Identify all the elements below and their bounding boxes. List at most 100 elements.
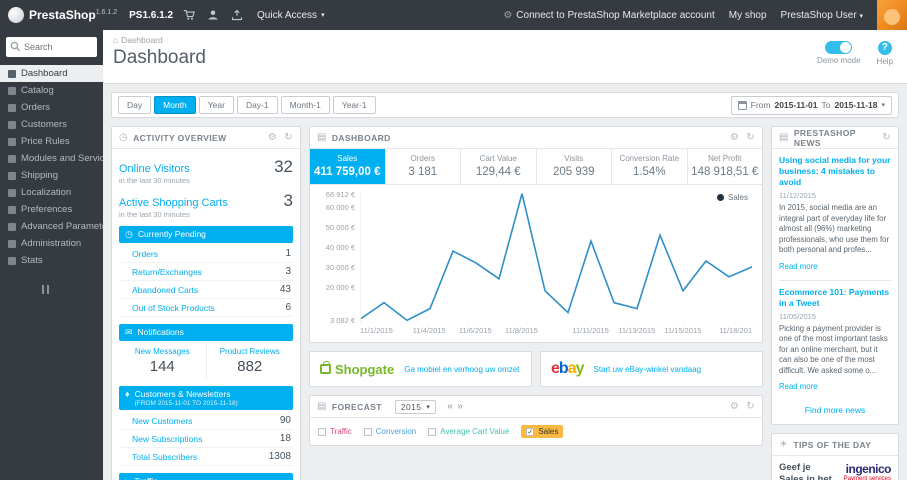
- orders-icon: [8, 103, 16, 112]
- profile-icon[interactable]: [207, 9, 219, 21]
- demo-mode-toggle[interactable]: [825, 41, 853, 54]
- help-icon[interactable]: ?: [877, 41, 892, 55]
- news-article-excerpt: In 2015, social media are an integral pa…: [779, 203, 890, 255]
- news-article-date: 11/05/2015: [779, 311, 816, 321]
- product-reviews-cell[interactable]: Product Reviews 882: [205, 343, 294, 379]
- forecast-legend-conversion[interactable]: Conversion: [363, 427, 416, 436]
- pending-out-of-stock-row[interactable]: Out of Stock Products 6: [119, 299, 293, 317]
- sidebar-item-label: Administration: [21, 238, 82, 249]
- activity-settings-icon[interactable]: ⚙: [268, 132, 277, 143]
- checkbox-checked-icon[interactable]: ✓: [526, 427, 535, 436]
- clock-icon: ◷: [119, 132, 129, 143]
- online-visitors-link[interactable]: Online Visitors: [119, 163, 190, 175]
- forecast-settings-icon[interactable]: ⚙: [730, 401, 739, 412]
- topbar: PrestaShop1.6.1.2 PS1.6.1.2 Quick Access…: [0, 0, 907, 30]
- checkbox-icon[interactable]: [428, 427, 437, 436]
- catalog-icon: [8, 86, 16, 95]
- forecast-panel-title: Forecast: [331, 401, 382, 412]
- range-day-button[interactable]: Day: [118, 96, 152, 114]
- range-year-button[interactable]: Year: [198, 96, 234, 114]
- sidebar-item-customers[interactable]: Customers: [0, 116, 103, 133]
- pending-abandoned-carts-row[interactable]: Abandoned Carts 43: [119, 281, 293, 299]
- sidebar-item-catalog[interactable]: Catalog: [0, 82, 103, 99]
- price-rules-icon: [8, 137, 16, 146]
- sidebar-item-localization[interactable]: Localization: [0, 184, 103, 201]
- checkbox-icon[interactable]: [363, 427, 372, 436]
- sidebar-item-orders[interactable]: Orders: [0, 99, 103, 116]
- read-more-link[interactable]: Read more: [779, 262, 818, 271]
- pending-returns-row[interactable]: Return/Exchanges 3: [119, 263, 293, 281]
- sidebar-menu: Dashboard Catalog Orders Customers Price…: [0, 65, 103, 269]
- chart-x-axis: 11/1/2015 11/4/2015 11/6/2015 11/8/2015 11/1…: [360, 326, 752, 335]
- brand-name: PrestaShop1.6.1.2: [29, 8, 118, 22]
- kpi-sales[interactable]: Sales 411 759,00 €: [310, 149, 386, 184]
- news-article: Ecommerce 101: Payments in a Tweet 11/05…: [779, 287, 891, 395]
- kpi-conversion-rate[interactable]: Conversion Rate 1.54%: [612, 149, 688, 184]
- news-article-title[interactable]: Ecommerce 101: Payments in a Tweet: [779, 287, 891, 309]
- range-month-1-button[interactable]: Month-1: [280, 96, 330, 114]
- marketplace-link[interactable]: ⚙ Connect to PrestaShop Marketplace accou…: [503, 10, 714, 21]
- sidebar-item-stats[interactable]: Stats: [0, 252, 103, 269]
- avatar[interactable]: [877, 0, 907, 30]
- upload-icon[interactable]: [231, 9, 243, 21]
- ebay-promo[interactable]: ebay Start uw eBay-winkel vandaag: [540, 351, 763, 387]
- range-day-1-button[interactable]: Day-1: [236, 96, 278, 114]
- forecast-legend-average-cart-value[interactable]: Average Cart Value: [428, 427, 509, 436]
- new-subscriptions-row[interactable]: New Subscriptions 18: [119, 430, 293, 448]
- range-month-button[interactable]: Month: [154, 96, 196, 114]
- sidebar-item-label: Orders: [21, 102, 51, 113]
- page-title: Dashboard: [113, 47, 206, 68]
- forecast-next-icon[interactable]: »: [457, 401, 463, 412]
- date-range-picker[interactable]: From 2015-11-01 To 2015-11-18 ▾: [730, 95, 892, 115]
- forecast-prev-icon[interactable]: «: [447, 401, 453, 412]
- my-shop-link[interactable]: My shop: [729, 10, 767, 21]
- sales-chart[interactable]: [360, 191, 752, 323]
- shopgate-link[interactable]: Ga mobiel en verhoog uw omzet: [404, 365, 519, 374]
- collapse-sidebar-button[interactable]: [42, 285, 103, 294]
- news-article-title[interactable]: Using social media for your business: 4 …: [779, 155, 891, 188]
- new-messages-cell[interactable]: New Messages 144: [119, 343, 206, 379]
- sidebar-item-administration[interactable]: Administration: [0, 235, 103, 252]
- prestashop-logo[interactable]: PrestaShop1.6.1.2: [0, 7, 125, 23]
- activity-refresh-icon[interactable]: ↻: [284, 132, 293, 143]
- kpi-cart-value[interactable]: Cart Value 129,44 €: [461, 149, 537, 184]
- new-customers-row[interactable]: New Customers 90: [119, 412, 293, 430]
- news-refresh-icon[interactable]: ↻: [882, 132, 891, 143]
- range-year-1-button[interactable]: Year-1: [332, 96, 376, 114]
- kpi-net-profit[interactable]: Net Profit 148 918,51 €: [688, 149, 763, 184]
- sidebar-item-price-rules[interactable]: Price Rules: [0, 133, 103, 150]
- preferences-icon: [8, 205, 16, 214]
- forecast-legend-sales[interactable]: ✓ Sales: [521, 425, 564, 438]
- sidebar-item-advanced-parameters[interactable]: Advanced Parameters: [0, 218, 103, 235]
- activity-overview-panel: ◷ Activity overview ⚙ ↻ Online Visitors 32…: [111, 126, 301, 480]
- sidebar: Dashboard Catalog Orders Customers Price…: [0, 30, 103, 480]
- sidebar-item-preferences[interactable]: Preferences: [0, 201, 103, 218]
- activity-panel-title: Activity overview: [133, 132, 227, 143]
- pending-orders-row[interactable]: Orders 1: [119, 245, 293, 263]
- user-menu[interactable]: PrestaShop User ▾: [781, 10, 863, 21]
- cart-icon[interactable]: [183, 9, 196, 21]
- kpi-orders[interactable]: Orders 3 181: [386, 149, 461, 184]
- dashboard-refresh-icon[interactable]: ↻: [746, 132, 755, 143]
- quick-access-menu[interactable]: Quick Access ▾: [257, 10, 325, 21]
- forecast-refresh-icon[interactable]: ↻: [746, 401, 755, 412]
- find-more-news-link[interactable]: Find more news: [805, 405, 865, 415]
- read-more-link[interactable]: Read more: [779, 382, 818, 391]
- checkbox-icon[interactable]: [318, 427, 326, 436]
- list-icon: ▤: [317, 132, 327, 143]
- shopgate-promo[interactable]: Shopgate Ga mobiel en verhoog uw omzet: [309, 351, 532, 387]
- active-carts-link[interactable]: Active Shopping Carts: [119, 197, 228, 209]
- sidebar-item-dashboard[interactable]: Dashboard: [0, 65, 103, 82]
- forecast-legend-traffic[interactable]: Traffic: [318, 427, 352, 436]
- sidebar-item-shipping[interactable]: Shipping: [0, 167, 103, 184]
- forecast-year-select[interactable]: 2015 ▾: [394, 399, 437, 414]
- kpi-visits[interactable]: Visits 205 939: [537, 149, 612, 184]
- sidebar-item-label: Preferences: [21, 204, 73, 215]
- sidebar-item-modules[interactable]: Modules and Services: [0, 150, 103, 167]
- prestashop-news-panel: ▤ PrestaShop News ↻ Using social media f…: [771, 126, 899, 426]
- total-subscribers-row[interactable]: Total Subscribers 1308: [119, 448, 293, 466]
- ebay-link[interactable]: Start uw eBay-winkel vandaag: [594, 365, 702, 374]
- shopgate-logo: Shopgate: [320, 361, 394, 377]
- dashboard-settings-icon[interactable]: ⚙: [730, 132, 739, 143]
- localization-icon: [8, 188, 16, 197]
